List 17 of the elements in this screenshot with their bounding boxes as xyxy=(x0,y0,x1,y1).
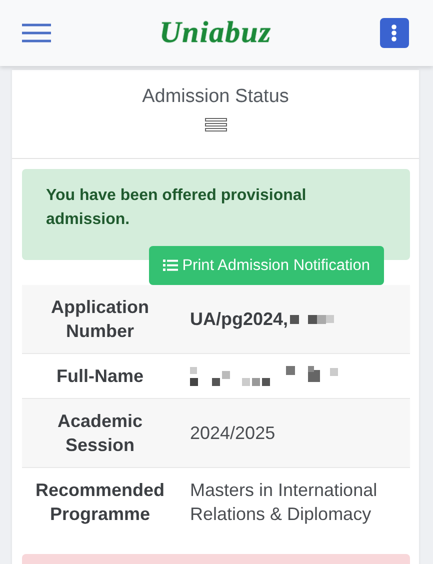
more-options-button[interactable] xyxy=(380,18,409,48)
field-label: Full-Name xyxy=(55,365,144,388)
redaction-drawing xyxy=(290,314,334,324)
print-admission-button[interactable]: Print Admission Notification xyxy=(149,246,384,285)
field-label: Recommended Programme xyxy=(34,479,166,526)
list-icon xyxy=(204,118,226,132)
list-icon xyxy=(163,259,178,272)
field-value: 2024/2025 xyxy=(189,422,276,445)
field-label: Application Number xyxy=(50,296,150,343)
field-value: UA/pg2024, xyxy=(190,308,288,331)
success-alert: You have been offered provisional admission. xyxy=(22,169,410,260)
field-label: Academic Session xyxy=(56,410,144,457)
more-options-icon xyxy=(391,24,398,42)
field-value: Masters in International Relations & Diplomacy xyxy=(189,479,378,526)
menu-icon[interactable] xyxy=(22,23,51,43)
card-title: Admission Status xyxy=(142,86,289,108)
logo: Uniabuz xyxy=(159,16,272,50)
